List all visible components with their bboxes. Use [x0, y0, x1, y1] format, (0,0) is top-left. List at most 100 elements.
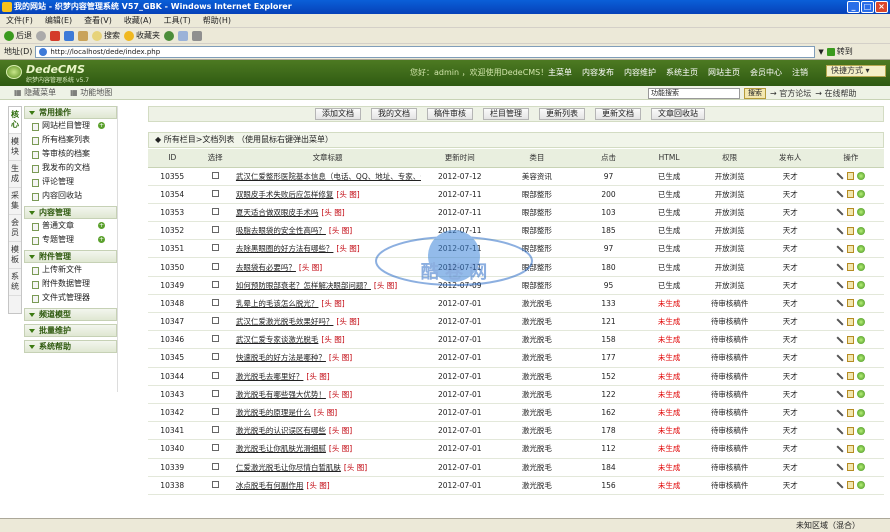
- edit-icon[interactable]: [836, 318, 844, 326]
- preview-icon[interactable]: [857, 353, 866, 362]
- edit-icon[interactable]: [836, 409, 844, 417]
- view-icon[interactable]: [847, 299, 855, 308]
- back-button[interactable]: 后退: [4, 30, 32, 41]
- minimize-button[interactable]: _: [847, 1, 860, 13]
- sidebar-item[interactable]: 评论管理: [24, 175, 117, 189]
- function-map-link[interactable]: ▦ 功能地图: [70, 87, 112, 98]
- sidebar-item[interactable]: 文件式管理器: [24, 291, 117, 305]
- go-button[interactable]: 转到: [826, 46, 853, 57]
- history-button[interactable]: [164, 30, 174, 41]
- view-icon[interactable]: [847, 426, 855, 435]
- view-icon[interactable]: [847, 372, 855, 381]
- row-checkbox[interactable]: [211, 462, 219, 470]
- close-button[interactable]: ×: [875, 1, 888, 13]
- preview-icon[interactable]: [857, 190, 866, 199]
- tab-member[interactable]: 会员: [9, 215, 21, 242]
- nav-system-home[interactable]: 系统主页: [666, 67, 698, 78]
- view-icon[interactable]: [847, 444, 855, 453]
- preview-icon[interactable]: [857, 390, 866, 399]
- view-icon[interactable]: [847, 281, 855, 290]
- sidebar-section-header[interactable]: 附件管理: [24, 250, 117, 263]
- edit-icon[interactable]: [836, 481, 844, 489]
- official-forum-link[interactable]: → 官方论坛: [770, 88, 811, 99]
- function-search-input[interactable]: 功能搜索: [648, 87, 740, 99]
- print-button[interactable]: [192, 30, 202, 41]
- view-icon[interactable]: [847, 190, 855, 199]
- edit-icon[interactable]: [836, 172, 844, 180]
- row-title-link[interactable]: 武汉仁爱整形医院基本信息（电话、QQ、地址、专家、公交线路等）: [236, 172, 421, 181]
- preview-icon[interactable]: [857, 372, 866, 381]
- action-button[interactable]: 文章回收站: [651, 108, 705, 120]
- function-search-button[interactable]: 搜索: [744, 87, 766, 99]
- edit-icon[interactable]: [836, 299, 844, 307]
- online-help-link[interactable]: → 在线帮助: [815, 88, 856, 99]
- nav-maintain[interactable]: 内容维护: [624, 67, 656, 78]
- mail-button[interactable]: [178, 30, 188, 41]
- menu-tools[interactable]: 工具(T): [164, 14, 191, 27]
- edit-icon[interactable]: [836, 372, 844, 380]
- view-icon[interactable]: [847, 481, 855, 490]
- row-title-link[interactable]: 激光脱毛让你肌肤光滑细腻: [236, 444, 326, 453]
- row-checkbox[interactable]: [211, 371, 219, 379]
- address-input[interactable]: http://localhost/dede/index.php: [35, 45, 816, 58]
- edit-icon[interactable]: [836, 427, 844, 435]
- row-title-link[interactable]: 乳晕上的毛该怎么脱光？: [236, 299, 319, 308]
- menu-file[interactable]: 文件(F): [6, 14, 33, 27]
- quick-access-dropdown[interactable]: 快捷方式 ▾: [826, 65, 886, 77]
- view-icon[interactable]: [847, 353, 855, 362]
- action-button[interactable]: 更新列表: [539, 108, 585, 120]
- preview-icon[interactable]: [857, 208, 866, 217]
- tab-collect[interactable]: 采集: [9, 188, 21, 215]
- view-icon[interactable]: [847, 172, 855, 181]
- row-checkbox[interactable]: [211, 444, 219, 452]
- row-checkbox[interactable]: [211, 171, 219, 179]
- menu-edit[interactable]: 编辑(E): [45, 14, 72, 27]
- add-icon[interactable]: +: [98, 122, 105, 129]
- action-button[interactable]: 我的文档: [371, 108, 417, 120]
- row-title-link[interactable]: 激光脱毛的原理是什么: [236, 408, 311, 417]
- row-checkbox[interactable]: [211, 262, 219, 270]
- row-title-link[interactable]: 夏天适合做双眼皮手术吗: [236, 208, 319, 217]
- action-button[interactable]: 更新文档: [595, 108, 641, 120]
- sidebar-item[interactable]: 所有档案列表: [24, 133, 117, 147]
- tab-template[interactable]: 模板: [9, 242, 21, 269]
- row-checkbox[interactable]: [211, 408, 219, 416]
- hide-menu-link[interactable]: ▦ 隐藏菜单: [14, 87, 56, 98]
- row-title-link[interactable]: 仁爱激光脱毛让你尽情白皙肌肤: [236, 463, 341, 472]
- search-button[interactable]: 搜索: [92, 30, 120, 41]
- row-checkbox[interactable]: [211, 226, 219, 234]
- nav-main-menu[interactable]: 主菜单: [548, 67, 572, 78]
- edit-icon[interactable]: [836, 263, 844, 271]
- preview-icon[interactable]: [857, 317, 866, 326]
- add-icon[interactable]: +: [98, 222, 105, 229]
- preview-icon[interactable]: [857, 426, 866, 435]
- sidebar-item[interactable]: 专题管理 +: [24, 233, 117, 247]
- sidebar-item[interactable]: 上传新文件: [24, 263, 117, 277]
- sidebar-section-header[interactable]: 批量维护: [24, 324, 117, 337]
- preview-icon[interactable]: [857, 244, 866, 253]
- view-icon[interactable]: [847, 226, 855, 235]
- stop-button[interactable]: [50, 30, 60, 41]
- view-icon[interactable]: [847, 208, 855, 217]
- row-title-link[interactable]: 激光脱毛去哪里好？: [236, 372, 304, 381]
- preview-icon[interactable]: [857, 226, 866, 235]
- sidebar-section-header[interactable]: 频道模型: [24, 308, 117, 321]
- row-checkbox[interactable]: [211, 335, 219, 343]
- row-title-link[interactable]: 武汉仁爱专家谈激光脱毛: [236, 335, 319, 344]
- row-checkbox[interactable]: [211, 298, 219, 306]
- sidebar-item[interactable]: 内容回收站: [24, 189, 117, 203]
- menu-help[interactable]: 帮助(H): [203, 14, 231, 27]
- nav-site-home[interactable]: 网站主页: [708, 67, 740, 78]
- view-icon[interactable]: [847, 263, 855, 272]
- tab-generate[interactable]: 生成: [9, 161, 21, 188]
- sidebar-item[interactable]: 网站栏目管理 +: [24, 119, 117, 133]
- preview-icon[interactable]: [857, 408, 866, 417]
- menu-favorites[interactable]: 收藏(A): [124, 14, 152, 27]
- sidebar-item[interactable]: 我发布的文档: [24, 161, 117, 175]
- row-title-link[interactable]: 吸脂去眼袋的安全性高吗？: [236, 226, 326, 235]
- row-title-link[interactable]: 去除黑眼圈的好方法有哪些？: [236, 244, 334, 253]
- row-checkbox[interactable]: [211, 280, 219, 288]
- view-icon[interactable]: [847, 317, 855, 326]
- view-icon[interactable]: [847, 244, 855, 253]
- forward-button[interactable]: [36, 30, 46, 41]
